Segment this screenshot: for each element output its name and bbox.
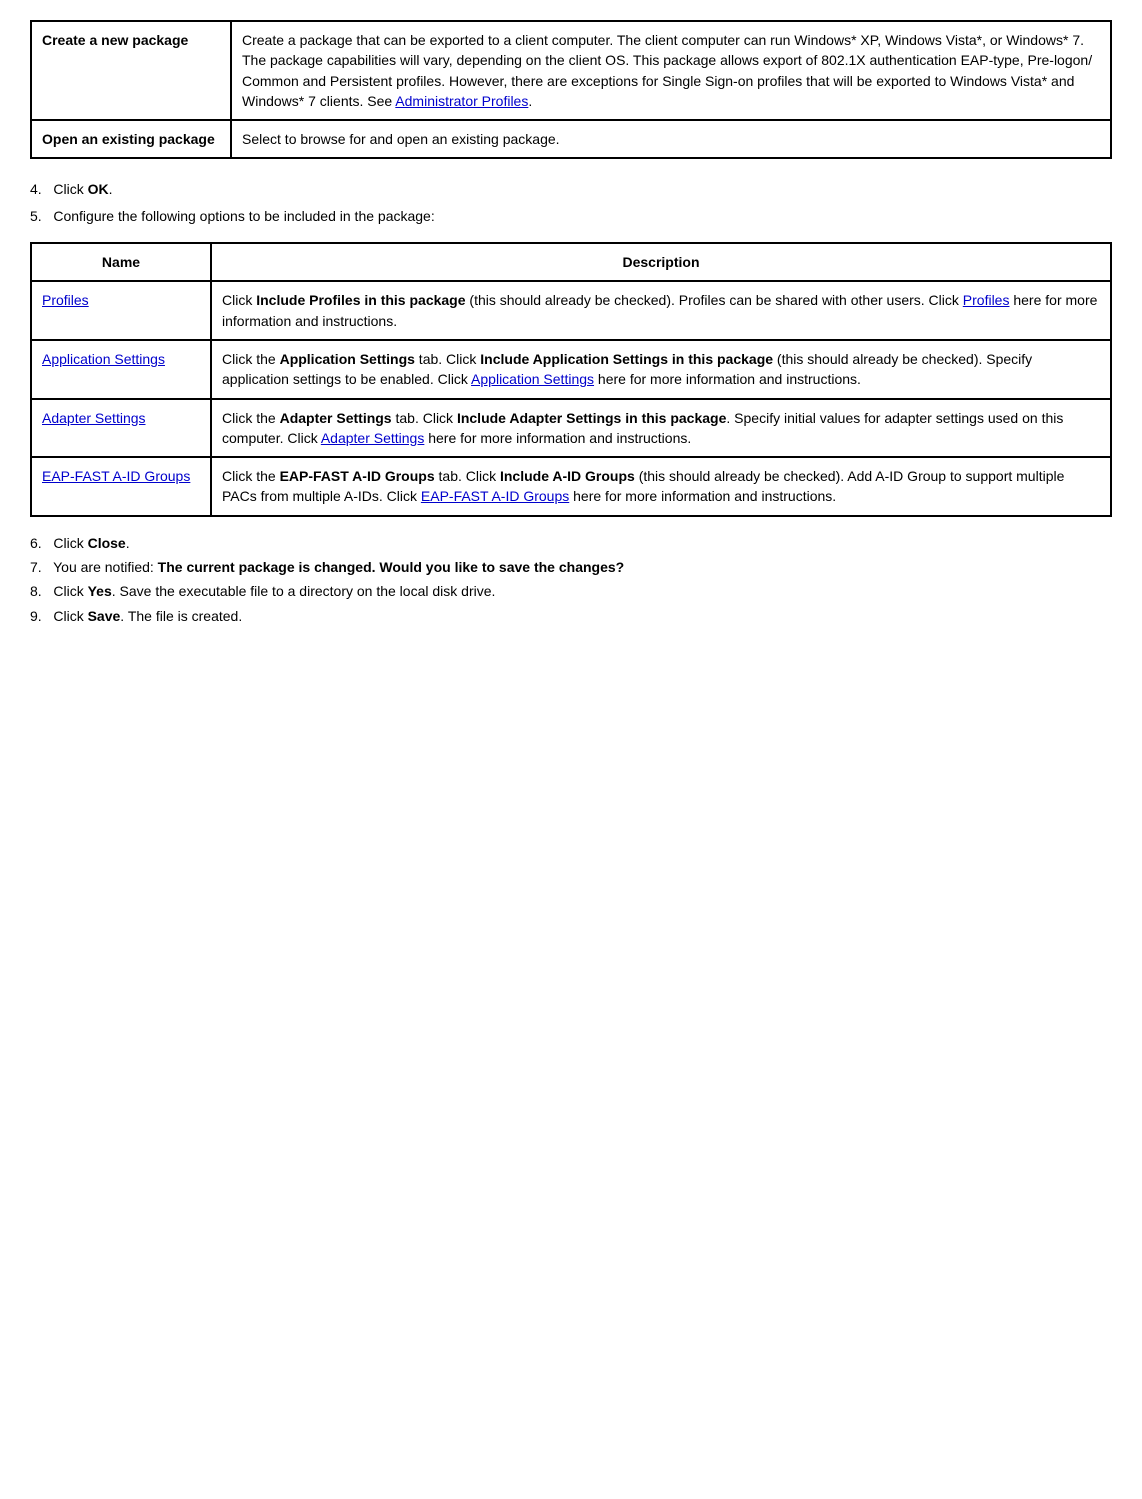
table-row: Profiles Click Include Profiles in this … (31, 281, 1111, 340)
step-7-number: 7. (30, 559, 49, 575)
steps-before: 4. Click OK. 5. Configure the following … (30, 179, 1112, 226)
adapter-settings-desc-cell: Click the Adapter Settings tab. Click In… (211, 399, 1111, 458)
table-row: Application Settings Click the Applicati… (31, 340, 1111, 399)
step-5-text: Configure the following options to be in… (53, 208, 434, 224)
app-settings-desc-cell: Click the Application Settings tab. Clic… (211, 340, 1111, 399)
step-5-number: 5. (30, 208, 49, 224)
eap-fast-desc-cell: Click the EAP-FAST A-ID Groups tab. Clic… (211, 457, 1111, 516)
step-6-number: 6. (30, 535, 49, 551)
application-settings-link[interactable]: Application Settings (42, 351, 165, 367)
top-package-table: Create a new package Create a package th… (30, 20, 1112, 159)
step-7-text: You are notified: The current package is… (53, 559, 624, 575)
open-package-name: Open an existing package (31, 120, 231, 158)
table-row: Create a new package Create a package th… (31, 21, 1111, 120)
table-row: Adapter Settings Click the Adapter Setti… (31, 399, 1111, 458)
step-9-text: Click Save. The file is created. (53, 608, 242, 624)
profiles-name-cell: Profiles (31, 281, 211, 340)
table-row: Open an existing package Select to brows… (31, 120, 1111, 158)
create-package-name: Create a new package (31, 21, 231, 120)
open-package-desc: Select to browse for and open an existin… (231, 120, 1111, 158)
adapter-settings-name-cell: Adapter Settings (31, 399, 211, 458)
app-settings-name-cell: Application Settings (31, 340, 211, 399)
create-package-desc: Create a package that can be exported to… (231, 21, 1111, 120)
col-header-name: Name (31, 243, 211, 281)
step-4-number: 4. (30, 181, 49, 197)
step-8-number: 8. (30, 583, 49, 599)
step-4-text: Click OK. (53, 181, 112, 197)
config-options-table: Name Description Profiles Click Include … (30, 242, 1112, 517)
step-7: 7. You are notified: The current package… (30, 557, 1112, 577)
profiles-link[interactable]: Profiles (42, 292, 89, 308)
col-header-description: Description (211, 243, 1111, 281)
step-9-number: 9. (30, 608, 49, 624)
adapter-settings-inline-link[interactable]: Adapter Settings (321, 430, 425, 446)
step-6: 6. Click Close. (30, 533, 1112, 553)
profiles-inline-link[interactable]: Profiles (963, 292, 1010, 308)
step-9: 9. Click Save. The file is created. (30, 606, 1112, 626)
step-5: 5. Configure the following options to be… (30, 206, 1112, 226)
eap-fast-inline-link[interactable]: EAP-FAST A-ID Groups (421, 488, 569, 504)
admin-profiles-link[interactable]: Administrator Profiles (395, 93, 528, 109)
table-row: EAP-FAST A-ID Groups Click the EAP-FAST … (31, 457, 1111, 516)
step-8: 8. Click Yes. Save the executable file t… (30, 581, 1112, 601)
step-6-text: Click Close. (53, 535, 129, 551)
eap-fast-link[interactable]: EAP-FAST A-ID Groups (42, 468, 190, 484)
step-8-text: Click Yes. Save the executable file to a… (53, 583, 495, 599)
step-4: 4. Click OK. (30, 179, 1112, 199)
adapter-settings-link[interactable]: Adapter Settings (42, 410, 146, 426)
eap-fast-name-cell: EAP-FAST A-ID Groups (31, 457, 211, 516)
profiles-desc-cell: Click Include Profiles in this package (… (211, 281, 1111, 340)
config-table-header-row: Name Description (31, 243, 1111, 281)
application-settings-inline-link[interactable]: Application Settings (471, 371, 594, 387)
steps-after: 6. Click Close. 7. You are notified: The… (30, 533, 1112, 626)
